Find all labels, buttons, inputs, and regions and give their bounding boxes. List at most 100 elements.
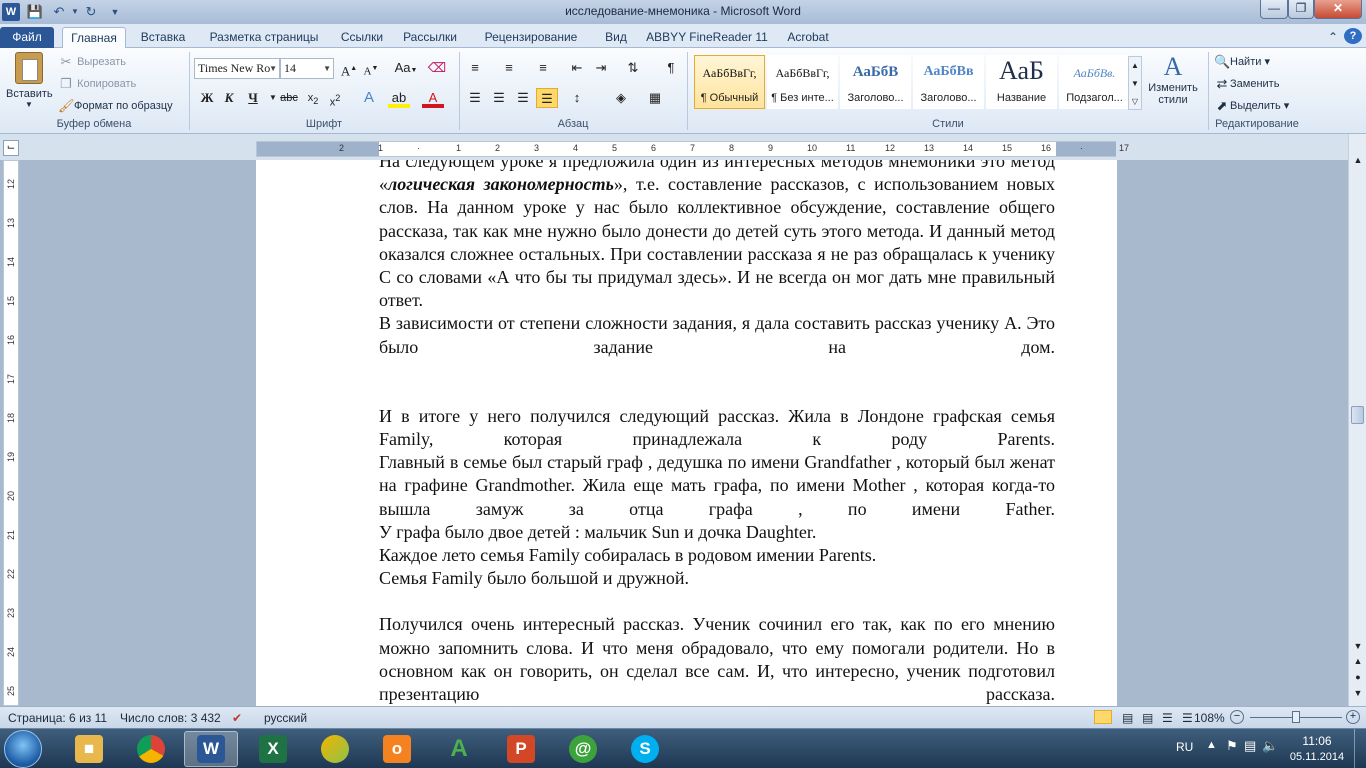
shrink-font-button[interactable]: A▼ [360, 58, 382, 78]
pilcrow-icon[interactable]: ¶ [660, 58, 682, 78]
tab-review[interactable]: Рецензирование [472, 27, 590, 48]
justify-icon[interactable]: ☰ [536, 88, 558, 108]
close-button[interactable]: ✕ [1314, 0, 1362, 19]
print-layout-icon[interactable] [1094, 710, 1112, 724]
next-page-icon[interactable]: ▼ [1350, 688, 1366, 702]
vertical-scrollbar[interactable]: ▲ ▼ ▲ ● ▼ [1348, 134, 1366, 706]
decrease-indent-icon[interactable]: ⇤ [566, 58, 588, 78]
font-color-icon[interactable]: A [422, 88, 444, 108]
zoom-slider-thumb[interactable] [1292, 711, 1300, 723]
zoom-level[interactable]: 108% [1194, 711, 1225, 725]
tray-expand-icon[interactable]: ▲ [1206, 739, 1217, 751]
taskbar-odnoklassniki[interactable]: о [370, 731, 424, 767]
sort-icon[interactable]: ⇅ [622, 58, 644, 78]
tab-mailings[interactable]: Рассылки [398, 27, 462, 48]
help-icon[interactable]: ? [1344, 28, 1362, 44]
taskbar-mail-agent[interactable]: @ [556, 731, 610, 767]
taskbar-green-app[interactable]: A [432, 731, 486, 767]
bold-button[interactable]: Ж [196, 88, 218, 108]
show-desktop-button[interactable] [1354, 729, 1366, 768]
horizontal-ruler[interactable]: 2 1 · 1 2 3 4 5 6 7 8 9 10 11 12 13 14 15 16 · 17 [256, 141, 1129, 157]
action-center-icon[interactable]: ⚑ [1226, 738, 1238, 754]
tab-page-layout[interactable]: Разметка страницы [200, 27, 328, 48]
font-size-combo[interactable]: 14 ▼ [280, 58, 334, 79]
scroll-down-icon[interactable]: ▼ [1350, 638, 1366, 654]
taskbar-explorer[interactable]: ■ [62, 731, 116, 767]
start-button[interactable] [4, 730, 42, 768]
change-styles-button[interactable]: A Изменить стили [1146, 52, 1200, 106]
previous-page-icon[interactable]: ▲ [1350, 656, 1366, 670]
change-case-button[interactable]: Aa▼ [392, 58, 420, 78]
document-body[interactable]: На следующем уроке я предложила один из … [379, 160, 1055, 706]
taskbar-word[interactable]: W [184, 731, 238, 767]
zoom-out-icon[interactable]: − [1230, 710, 1244, 724]
word-count[interactable]: Число слов: 3 432 [120, 711, 221, 725]
draft-icon[interactable]: ☰ [1182, 711, 1193, 725]
taskbar-skype[interactable]: S [618, 731, 672, 767]
tab-selector-icon[interactable]: ⌙ [3, 140, 19, 156]
shading-icon[interactable]: ◈ [610, 88, 632, 108]
tab-insert[interactable]: Вставка [134, 27, 192, 48]
align-right-icon[interactable]: ☰ [512, 88, 534, 108]
replace-button[interactable]: ⇄ Заменить [1214, 76, 1280, 92]
italic-button[interactable]: К [218, 88, 240, 108]
taskbar-excel[interactable]: X [246, 731, 300, 767]
highlight-icon[interactable]: ab [388, 88, 410, 108]
minimize-ribbon-icon[interactable]: ⌃ [1324, 27, 1342, 48]
styles-scroll-buttons[interactable]: ▲ ▼ ▽ [1128, 56, 1142, 110]
clock-time[interactable]: 11:06 [1290, 734, 1344, 748]
taskbar-app[interactable] [308, 731, 362, 767]
browse-object-icon[interactable]: ● [1350, 672, 1366, 686]
underline-button[interactable]: Ч [242, 88, 264, 108]
restore-button[interactable]: ❐ [1288, 0, 1314, 19]
find-button[interactable]: 🔍Найти ▾ [1214, 54, 1270, 70]
text-effects-icon[interactable]: A [358, 88, 380, 108]
clear-formatting-icon[interactable]: ⌫ [426, 58, 448, 78]
select-button[interactable]: ⬈ Выделить ▾ [1214, 98, 1290, 114]
style-title[interactable]: АаБ Название [986, 55, 1057, 109]
document-page[interactable]: На следующем уроке я предложила один из … [256, 160, 1117, 706]
increase-indent-icon[interactable]: ⇥ [590, 58, 612, 78]
bullets-icon[interactable]: ≡ [464, 58, 486, 78]
taskbar-chrome[interactable] [124, 731, 178, 767]
clock-date[interactable]: 05.11.2014 [1284, 751, 1350, 763]
outline-icon[interactable]: ☰ [1162, 711, 1173, 725]
numbering-icon[interactable]: ≡ [498, 58, 520, 78]
strikethrough-button[interactable]: abc [278, 88, 300, 108]
style-no-spacing[interactable]: АаБбВвГг, ¶ Без инте... [767, 55, 838, 109]
multilevel-list-icon[interactable]: ≡ [532, 58, 554, 78]
language-indicator[interactable]: русский [264, 711, 307, 725]
spell-check-icon[interactable]: ✔ [232, 711, 242, 725]
tab-view[interactable]: Вид [596, 27, 636, 48]
superscript-button[interactable]: x2 [324, 88, 346, 109]
style-subtitle[interactable]: АаБбВв. Подзагол... [1059, 55, 1130, 109]
copy-button[interactable]: ❐ Копировать [58, 76, 136, 92]
borders-icon[interactable]: ▦ [644, 88, 666, 108]
web-layout-icon[interactable]: ▤ [1142, 711, 1153, 725]
style-normal[interactable]: АаБбВвГг, ¶ Обычный [694, 55, 765, 109]
tab-acrobat[interactable]: Acrobat [776, 27, 840, 48]
volume-icon[interactable]: 🔈 [1262, 738, 1278, 754]
tab-abbyy[interactable]: ABBYY FineReader 11 [644, 27, 770, 48]
grow-font-button[interactable]: A▲ [338, 58, 360, 78]
font-name-combo[interactable]: Times New Ro ▼ [194, 58, 280, 79]
paste-button[interactable]: Вставить ▼ [6, 52, 53, 114]
minimize-button[interactable]: — [1260, 0, 1288, 19]
align-left-icon[interactable]: ☰ [464, 88, 486, 108]
scroll-up-icon[interactable]: ▲ [1350, 152, 1366, 168]
vertical-ruler[interactable]: 12 13 14 15 16 17 18 19 20 21 22 23 24 25 [3, 160, 19, 706]
scroll-thumb[interactable] [1351, 406, 1364, 424]
tab-file[interactable]: Файл [0, 27, 54, 48]
input-language[interactable]: RU [1176, 740, 1193, 754]
cut-button[interactable]: ✂ Вырезать [58, 54, 126, 70]
full-screen-reading-icon[interactable]: ▤ [1122, 711, 1133, 725]
style-heading-2[interactable]: АаБбВв Заголово... [913, 55, 984, 109]
tab-references[interactable]: Ссылки [334, 27, 390, 48]
taskbar-powerpoint[interactable]: P [494, 731, 548, 767]
format-painter-button[interactable]: 🖌Формат по образцу [58, 98, 173, 114]
tab-home[interactable]: Главная [62, 27, 126, 48]
align-center-icon[interactable]: ☰ [488, 88, 510, 108]
zoom-in-icon[interactable]: + [1346, 710, 1360, 724]
subscript-button[interactable]: x2 [302, 88, 324, 108]
network-icon[interactable]: ▤ [1244, 738, 1256, 754]
